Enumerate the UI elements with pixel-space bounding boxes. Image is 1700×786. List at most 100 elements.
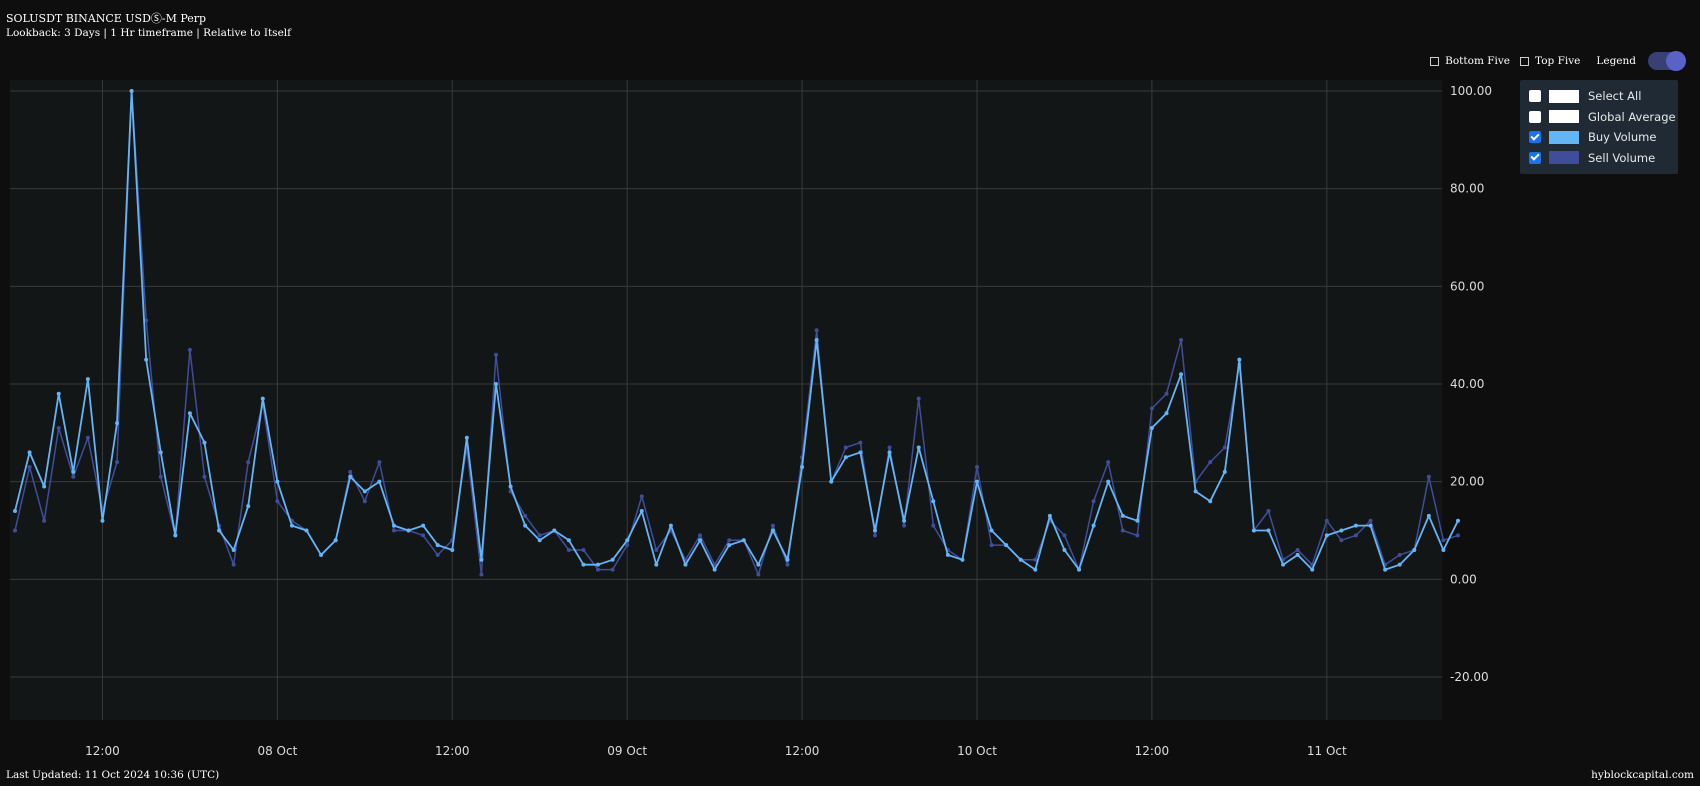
data-point[interactable] — [960, 557, 965, 562]
data-point[interactable] — [1456, 518, 1460, 523]
data-point[interactable] — [173, 533, 178, 538]
legend-checkbox[interactable] — [1529, 110, 1541, 123]
data-point[interactable] — [989, 528, 994, 533]
data-point[interactable] — [1062, 533, 1067, 538]
data-point[interactable] — [1106, 460, 1111, 465]
data-point[interactable] — [1164, 391, 1169, 396]
data-point[interactable] — [1018, 557, 1023, 562]
data-point[interactable] — [100, 518, 105, 523]
legend-checkbox[interactable] — [1529, 151, 1541, 164]
data-point[interactable] — [27, 465, 32, 470]
data-point[interactable] — [391, 528, 396, 533]
data-point[interactable] — [1295, 548, 1300, 553]
data-point[interactable] — [1047, 513, 1052, 518]
data-point[interactable] — [13, 528, 17, 533]
data-point[interactable] — [1281, 562, 1286, 567]
data-point[interactable] — [639, 508, 644, 513]
data-point[interactable] — [1441, 538, 1446, 543]
data-point[interactable] — [85, 435, 90, 440]
data-point[interactable] — [1456, 533, 1460, 538]
data-point[interactable] — [625, 543, 630, 548]
legend-item-select-all[interactable]: Select All — [1529, 86, 1678, 107]
data-point[interactable] — [756, 562, 761, 567]
data-point[interactable] — [785, 562, 790, 567]
data-point[interactable] — [71, 474, 76, 479]
data-point[interactable] — [231, 562, 236, 567]
data-point[interactable] — [902, 518, 907, 523]
data-point[interactable] — [421, 523, 426, 528]
data-point[interactable] — [814, 338, 819, 343]
data-point[interactable] — [727, 543, 732, 548]
data-point[interactable] — [275, 479, 280, 484]
data-point[interactable] — [975, 465, 979, 470]
data-point[interactable] — [1368, 523, 1373, 528]
data-point[interactable] — [945, 552, 950, 557]
data-point[interactable] — [304, 528, 309, 533]
legend-item-sell-volume[interactable]: Sell Volume — [1529, 148, 1678, 169]
data-point[interactable] — [202, 440, 207, 445]
data-point[interactable] — [71, 469, 76, 474]
data-point[interactable] — [56, 425, 61, 430]
data-point[interactable] — [931, 523, 936, 528]
data-point[interactable] — [610, 557, 615, 562]
data-point[interactable] — [464, 435, 469, 440]
data-point[interactable] — [494, 382, 498, 386]
data-point[interactable] — [1077, 567, 1082, 572]
data-point[interactable] — [843, 455, 848, 460]
data-point[interactable] — [406, 528, 411, 533]
data-point[interactable] — [829, 479, 834, 484]
data-point[interactable] — [187, 347, 192, 352]
legend-item-global-average[interactable]: Global Average — [1529, 107, 1678, 128]
data-point[interactable] — [1004, 543, 1009, 548]
data-point[interactable] — [187, 411, 192, 416]
data-point[interactable] — [1120, 528, 1125, 533]
data-point[interactable] — [1106, 479, 1111, 484]
data-point[interactable] — [348, 469, 353, 474]
data-point[interactable] — [654, 562, 659, 567]
data-point[interactable] — [42, 518, 47, 523]
data-point[interactable] — [1324, 533, 1329, 538]
data-point[interactable] — [1310, 567, 1315, 572]
data-point[interactable] — [1033, 567, 1038, 572]
data-point[interactable] — [260, 396, 265, 401]
data-point[interactable] — [698, 533, 703, 538]
data-point[interactable] — [115, 460, 120, 465]
data-point[interactable] — [1339, 538, 1344, 543]
data-point[interactable] — [756, 572, 761, 577]
data-point[interactable] — [362, 499, 367, 504]
data-point[interactable] — [537, 533, 542, 538]
data-point[interactable] — [916, 396, 921, 401]
data-point[interactable] — [362, 489, 367, 494]
legend-item-buy-volume[interactable]: Buy Volume — [1529, 127, 1678, 148]
data-point[interactable] — [537, 538, 542, 543]
data-point[interactable] — [1193, 489, 1198, 494]
data-point[interactable] — [1324, 518, 1329, 523]
data-point[interactable] — [523, 513, 528, 518]
data-point[interactable] — [289, 523, 294, 528]
data-point[interactable] — [246, 504, 251, 509]
data-point[interactable] — [625, 538, 630, 543]
data-point[interactable] — [1062, 548, 1067, 553]
data-point[interactable] — [158, 474, 163, 479]
data-point[interactable] — [698, 538, 703, 543]
data-point[interactable] — [1237, 357, 1242, 362]
data-point[interactable] — [421, 533, 426, 538]
legend-checkbox[interactable] — [1529, 131, 1541, 144]
data-point[interactable] — [552, 528, 557, 533]
data-point[interactable] — [1091, 499, 1096, 504]
data-point[interactable] — [712, 567, 717, 572]
data-point[interactable] — [1091, 523, 1096, 528]
data-point[interactable] — [202, 474, 207, 479]
data-point[interactable] — [800, 465, 805, 470]
data-point[interactable] — [566, 548, 571, 553]
data-point[interactable] — [435, 552, 440, 557]
data-point[interactable] — [596, 567, 601, 572]
data-point[interactable] — [1222, 445, 1227, 450]
data-point[interactable] — [1426, 474, 1431, 479]
data-point[interactable] — [1339, 528, 1344, 533]
legend-checkbox[interactable] — [1529, 90, 1541, 103]
data-point[interactable] — [508, 484, 513, 489]
data-point[interactable] — [523, 523, 528, 528]
data-point[interactable] — [1222, 469, 1227, 474]
data-point[interactable] — [858, 450, 863, 455]
